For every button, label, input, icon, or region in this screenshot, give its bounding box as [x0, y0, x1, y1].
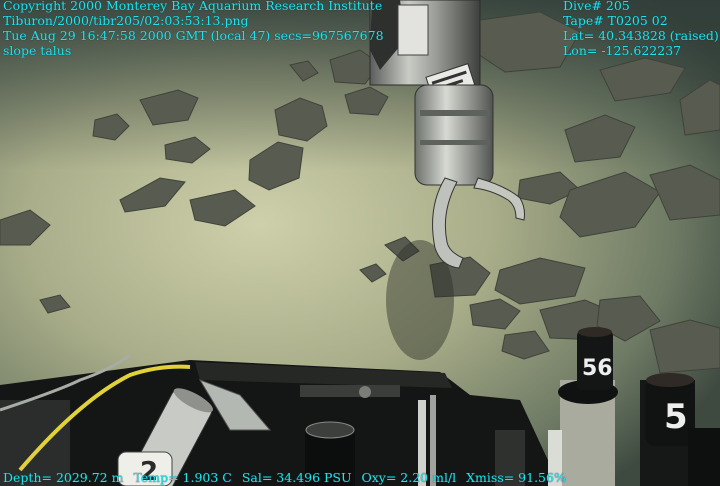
transmissometer-readout: Xmiss= 91.56%	[466, 470, 566, 485]
oxygen-readout: Oxy= 2.20 ml/l	[361, 470, 457, 485]
latitude-text: Lat= 40.343828 (raised)	[563, 28, 719, 43]
telemetry-header-left: Copyright 2000 Monterey Bay Aquarium Res…	[3, 0, 384, 58]
tape-text: Tape# T0205 02	[563, 13, 668, 28]
longitude-text: Lon= -125.622237	[563, 43, 682, 58]
salinity-readout: Sal= 34.496 PSU	[241, 470, 352, 485]
tube-label: 5	[664, 397, 688, 437]
caption-text: slope talus	[3, 43, 72, 58]
depth-readout: Depth= 2029.72 m	[3, 470, 124, 485]
copyright-text: Copyright 2000 Monterey Bay Aquarium Res…	[3, 0, 383, 13]
dive-text: Dive# 205	[563, 0, 630, 13]
rock	[649, 319, 720, 374]
filename-text: Tiburon/2000/tibr205/02:03:53:13.png	[3, 13, 249, 28]
camera-frame: 56 5 2	[0, 0, 720, 486]
timestamp-text: Tue Aug 29 16:47:58 2000 GMT (local 47) …	[3, 28, 384, 43]
seafloor-image: 56 5 2	[0, 0, 720, 486]
temperature-readout: Temp= 1.903 C	[133, 470, 232, 485]
telemetry-header-right: Dive# 205 Tape# T0205 02 Lat= 40.343828 …	[563, 0, 719, 58]
tube-label: 56	[582, 356, 613, 381]
telemetry-footer: Depth= 2029.72 m Temp= 1.903 C Sal= 34.4…	[3, 470, 572, 485]
